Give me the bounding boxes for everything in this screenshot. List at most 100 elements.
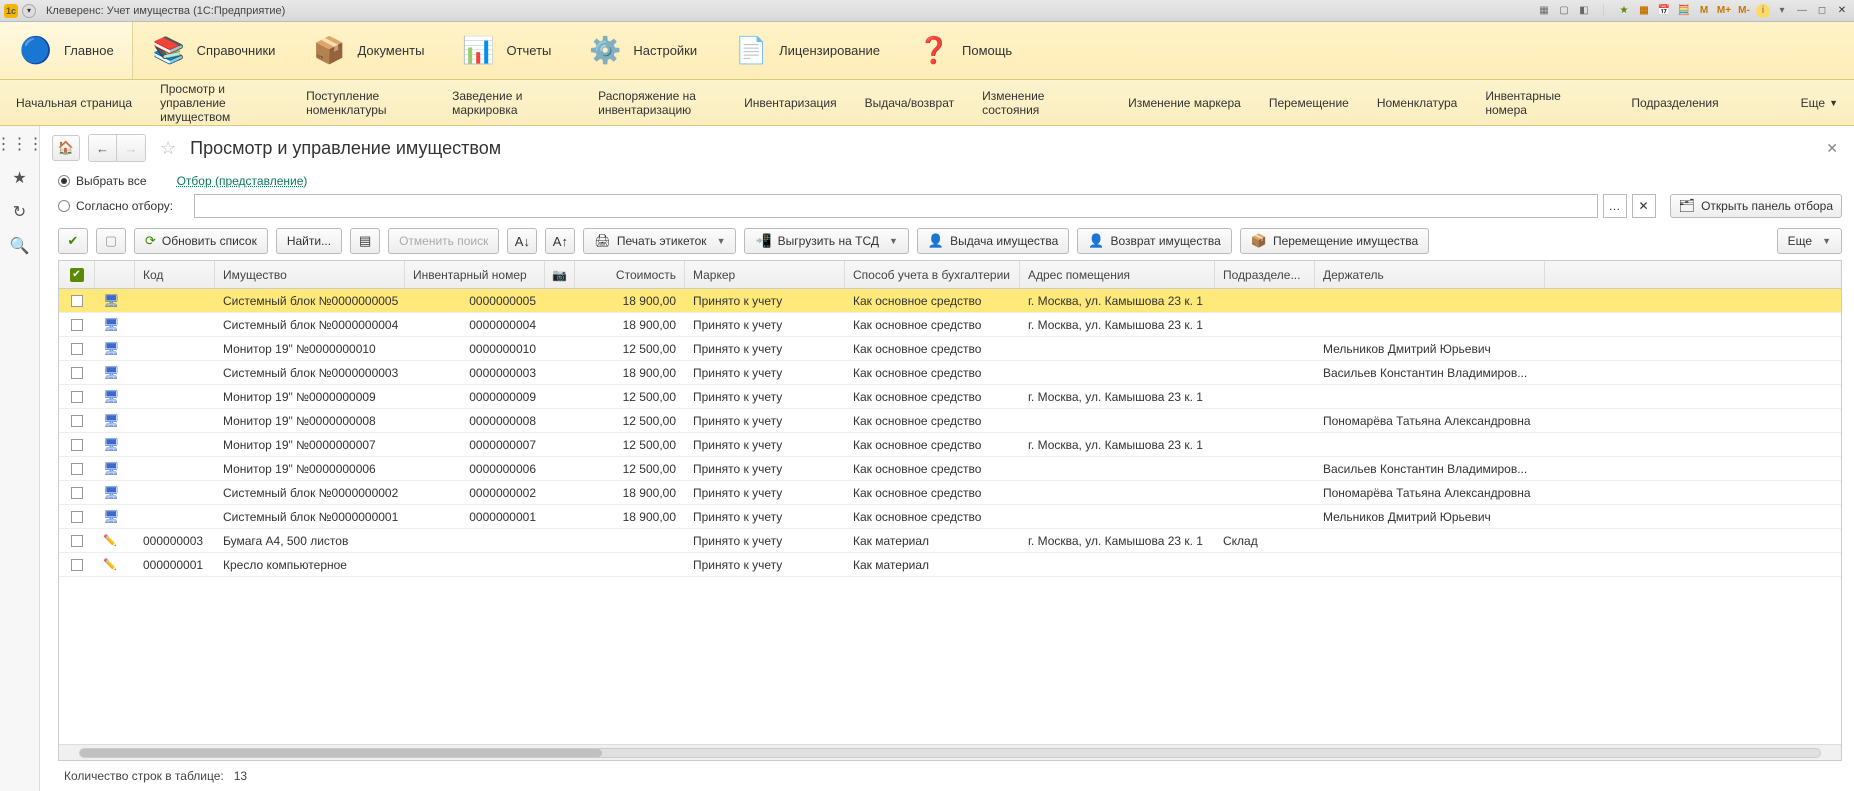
col-name[interactable]: Имущество [215,261,405,288]
uncheck-all-button[interactable]: ▢ [96,228,126,254]
open-filter-panel-button[interactable]: 🗂 Открыть панель отбора [1670,194,1842,218]
row-checkbox[interactable] [71,391,83,403]
subnav-item-12[interactable]: Подразделения [1625,90,1724,116]
col-photo[interactable]: 📷 [545,261,575,288]
m-plus-button[interactable]: M+ [1716,4,1732,18]
cancel-search-button[interactable]: Отменить поиск [388,228,499,254]
row-checkbox[interactable] [71,367,83,379]
filter-clear-button[interactable]: ✕ [1632,194,1656,218]
m-minus-button[interactable]: M- [1736,4,1752,18]
subnav-item-6[interactable]: Выдача/возврат [859,90,961,116]
ribbon-item-1[interactable]: 📚Справочники [133,22,294,79]
row-checkbox[interactable] [71,559,83,571]
refresh-button[interactable]: ⟳Обновить список [134,228,268,254]
info-icon[interactable]: i [1756,4,1770,18]
back-button[interactable]: ← [89,135,117,161]
horizontal-scrollbar[interactable] [59,744,1841,760]
find-button[interactable]: Найти... [276,228,342,254]
subnav-more[interactable]: Еще▼ [1795,90,1844,116]
close-page-button[interactable]: ✕ [1822,136,1842,161]
calculator-icon[interactable]: 🧮 [1676,4,1692,18]
history-icon[interactable]: ↻ [10,202,30,222]
table-row[interactable]: 🖥Системный блок №0000000003000000000318 … [59,361,1841,385]
row-checkbox[interactable] [71,343,83,355]
row-checkbox[interactable] [71,487,83,499]
row-checkbox[interactable] [71,439,83,451]
subnav-item-1[interactable]: Просмотр и управление имуществом [154,76,284,130]
col-address[interactable]: Адрес помещения [1020,261,1215,288]
sort-asc-button[interactable]: A↓ [507,228,537,254]
table-row[interactable]: 🖥Системный блок №0000000001000000000118 … [59,505,1841,529]
move-button[interactable]: 📦Перемещение имущества [1240,228,1429,254]
subnav-item-4[interactable]: Распоряжение на инвентаризацию [592,83,722,123]
table-row[interactable]: ✏️000000001Кресло компьютерноеПринято к … [59,553,1841,577]
table-row[interactable]: 🖥Монитор 19" №0000000010000000001012 500… [59,337,1841,361]
col-holder[interactable]: Держатель [1315,261,1545,288]
col-inventory[interactable]: Инвентарный номер [405,261,545,288]
row-checkbox[interactable] [71,463,83,475]
grid-icon[interactable]: ⋮⋮⋮ [10,134,30,154]
print-labels-button[interactable]: 🖨Печать этикеток▼ [583,228,736,254]
subnav-item-0[interactable]: Начальная страница [10,90,138,116]
select-all-radio[interactable]: Выбрать все [58,174,147,188]
forward-button[interactable]: → [117,135,145,161]
titlebar-dropdown[interactable]: ▾ [22,4,36,18]
row-checkbox[interactable] [71,511,83,523]
more-actions-button[interactable]: Еще▼ [1777,228,1842,254]
by-filter-radio[interactable]: Согласно отбору: [58,199,188,213]
toolbar-icon-3[interactable]: ◧ [1576,4,1592,18]
col-icon[interactable] [95,261,135,288]
subnav-item-3[interactable]: Заведение и маркировка [446,83,576,123]
star-icon[interactable]: ★ [10,168,30,188]
col-department[interactable]: Подразделе... [1215,261,1315,288]
subnav-item-5[interactable]: Инвентаризация [738,90,842,116]
favorites-icon[interactable]: ★ [1616,4,1632,18]
ribbon-item-6[interactable]: ❓Помощь [898,22,1030,79]
maximize-button[interactable]: ◻ [1814,4,1830,18]
col-cost[interactable]: Стоимость [575,261,685,288]
subnav-item-11[interactable]: Инвентарные номера [1479,83,1609,123]
subnav-item-8[interactable]: Изменение маркера [1122,90,1247,116]
check-all-button[interactable]: ✔ [58,228,88,254]
upload-tsd-button[interactable]: 📲Выгрузить на ТСД▼ [744,228,908,254]
sort-desc-button[interactable]: A↑ [545,228,575,254]
row-checkbox[interactable] [71,319,83,331]
close-button[interactable]: ✕ [1834,4,1850,18]
search-icon[interactable]: 🔍 [10,236,30,256]
table-row[interactable]: 🖥Монитор 19" №0000000007000000000712 500… [59,433,1841,457]
table-row[interactable]: 🖥Системный блок №0000000002000000000218 … [59,481,1841,505]
subnav-item-10[interactable]: Номенклатура [1371,90,1464,116]
favorite-toggle[interactable]: ☆ [160,138,176,159]
table-row[interactable]: 🖥Монитор 19" №0000000009000000000912 500… [59,385,1841,409]
table-body[interactable]: 🖥Системный блок №0000000005000000000518 … [59,289,1841,744]
toolbar-icon-1[interactable]: ▦ [1536,4,1552,18]
col-code[interactable]: Код [135,261,215,288]
return-button[interactable]: 👤Возврат имущества [1077,228,1231,254]
toolbar-icon-4[interactable]: ▦ [1636,4,1652,18]
ribbon-item-0[interactable]: 🔵Главное [0,22,133,79]
filter-input[interactable] [194,194,1598,218]
ribbon-item-3[interactable]: 📊Отчеты [442,22,569,79]
subnav-item-2[interactable]: Поступление номенклатуры [300,83,430,123]
calendar-icon[interactable]: 📅 [1656,4,1672,18]
col-checkbox[interactable]: ✔ [59,261,95,288]
ribbon-item-2[interactable]: 📦Документы [293,22,442,79]
row-checkbox[interactable] [71,415,83,427]
filter-picker-button[interactable]: … [1603,194,1627,218]
ribbon-item-5[interactable]: 📄Лицензирование [715,22,898,79]
info-dropdown[interactable]: ▾ [1774,4,1790,18]
row-checkbox[interactable] [71,295,83,307]
col-accounting[interactable]: Способ учета в бухгалтерии [845,261,1020,288]
home-button[interactable]: 🏠 [52,135,80,161]
ribbon-item-4[interactable]: ⚙️Настройки [569,22,715,79]
toolbar-icon-2[interactable]: ▢ [1556,4,1572,18]
issue-button[interactable]: 👤Выдача имущества [917,228,1069,254]
list-settings-button[interactable]: ▤ [350,228,380,254]
table-row[interactable]: 🖥Системный блок №0000000005000000000518 … [59,289,1841,313]
table-row[interactable]: 🖥Монитор 19" №0000000006000000000612 500… [59,457,1841,481]
filter-representation-link[interactable]: Отбор (представление) [177,174,308,188]
subnav-item-9[interactable]: Перемещение [1263,90,1355,116]
subnav-item-7[interactable]: Изменение состояния [976,83,1106,123]
table-row[interactable]: 🖥Системный блок №0000000004000000000418 … [59,313,1841,337]
row-checkbox[interactable] [71,535,83,547]
